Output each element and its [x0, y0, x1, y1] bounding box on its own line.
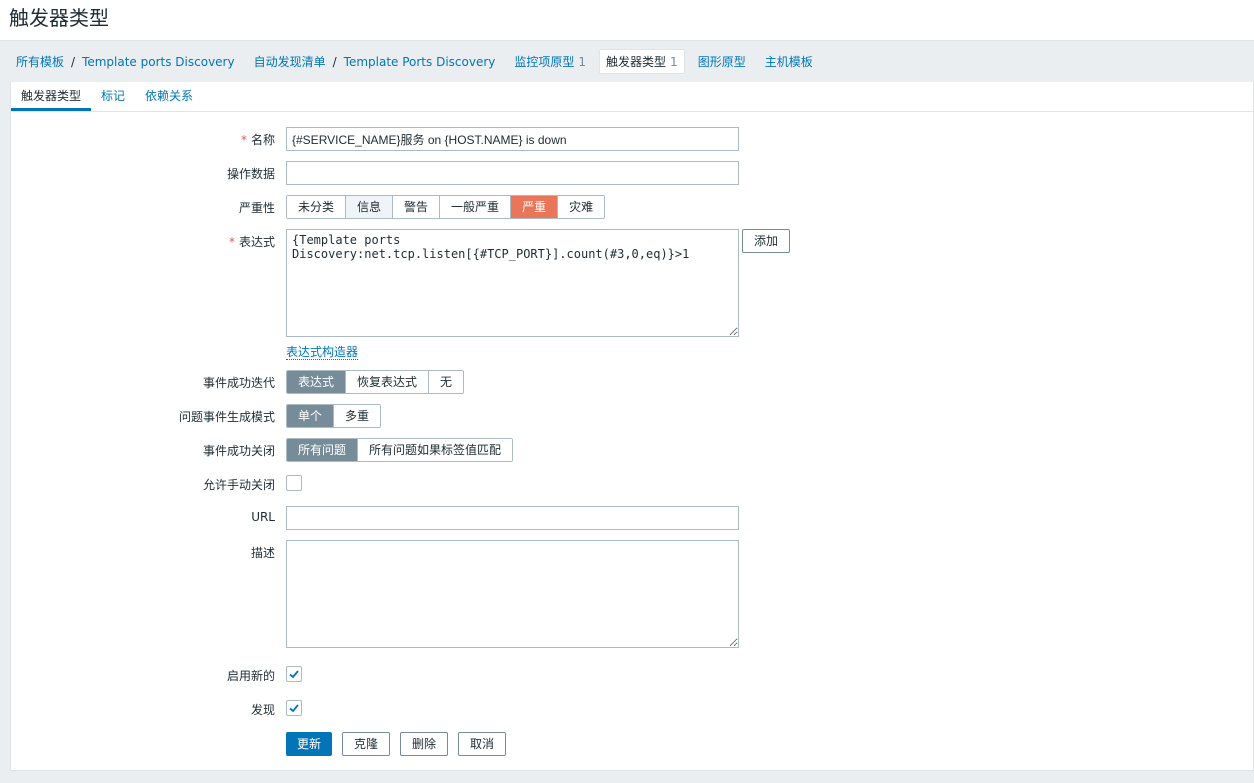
ok-event-closes-selector: 所有问题 所有问题如果标签值匹配: [286, 438, 514, 462]
tab-dependencies[interactable]: 依赖关系: [135, 82, 203, 111]
severity-warning[interactable]: 警告: [393, 196, 441, 218]
ok-event-none[interactable]: 无: [429, 371, 464, 393]
clone-button[interactable]: 克隆: [342, 732, 391, 756]
manual-close-label: 允许手动关闭: [202, 478, 275, 492]
description-textarea[interactable]: [286, 540, 739, 648]
required-marker: *: [228, 235, 235, 249]
checkmark-icon: [289, 670, 299, 679]
breadcrumb-trigger-prototypes[interactable]: 触发器类型 1: [599, 49, 685, 74]
breadcrumb-all-templates[interactable]: 所有模板: [16, 53, 64, 70]
breadcrumb-graph-prototypes[interactable]: 图形原型: [698, 53, 746, 70]
discover-label: 发现: [250, 703, 275, 717]
expression-label-text: 表达式: [238, 235, 275, 249]
breadcrumb: 所有模板 / Template ports Discovery 自动发现清单 /…: [0, 40, 1254, 82]
severity-disaster[interactable]: 灾难: [558, 196, 605, 218]
trigger-prototypes-count: 1: [670, 55, 678, 69]
item-prototypes-count: 1: [578, 55, 587, 69]
header: 触发器类型: [0, 0, 1254, 40]
ok-event-expression[interactable]: 表达式: [287, 371, 347, 393]
breadcrumb-discovery-rule[interactable]: Template Ports Discovery: [344, 55, 496, 69]
cancel-button[interactable]: 取消: [458, 732, 507, 756]
breadcrumb-separator: /: [71, 54, 76, 69]
breadcrumb-separator: /: [332, 54, 337, 69]
breadcrumb-item-prototypes[interactable]: 监控项原型 1: [514, 53, 586, 70]
discover-checkbox[interactable]: [286, 700, 302, 716]
create-enabled-checkbox[interactable]: [286, 666, 302, 682]
severity-selector: 未分类 信息 警告 一般严重 严重 灾难: [286, 195, 606, 219]
manual-close-checkbox[interactable]: [286, 475, 302, 491]
severity-average[interactable]: 一般严重: [440, 196, 512, 218]
problem-mode-single[interactable]: 单个: [287, 405, 335, 427]
url-input[interactable]: [286, 506, 739, 530]
breadcrumb-template[interactable]: Template ports Discovery: [82, 55, 235, 69]
problem-mode-label: 问题事件生成模式: [178, 410, 275, 424]
tab-bar: 触发器类型 标记 依赖关系: [11, 82, 1253, 112]
name-label-text: 名称: [250, 133, 275, 147]
problem-mode-selector: 单个 多重: [286, 404, 382, 428]
breadcrumb-trigger-prototypes-label: 触发器类型: [606, 55, 667, 69]
delete-button[interactable]: 删除: [400, 732, 449, 756]
expression-label: * 表达式: [229, 233, 275, 250]
operational-data-input[interactable]: [286, 161, 739, 185]
severity-label: 严重性: [238, 201, 275, 215]
expression-builder-link[interactable]: 表达式构造器: [286, 345, 359, 360]
add-expression-button[interactable]: 添加: [742, 229, 791, 253]
severity-not-classified[interactable]: 未分类: [287, 196, 347, 218]
expression-textarea[interactable]: {Template ports Discovery:net.tcp.listen…: [286, 229, 739, 337]
name-label: * 名称: [241, 131, 275, 148]
breadcrumb-discovery-list[interactable]: 自动发现清单: [254, 53, 326, 70]
ok-event-recovery-expression[interactable]: 恢复表达式: [346, 371, 430, 393]
name-input[interactable]: [286, 127, 739, 151]
page-title: 触发器类型: [9, 6, 109, 30]
severity-high[interactable]: 严重: [511, 196, 559, 218]
tab-tags[interactable]: 标记: [91, 82, 135, 111]
description-label: 描述: [250, 546, 275, 560]
form-container: 触发器类型 标记 依赖关系 *名称 操作数据 严重性 未分类 信息 警告 一般严…: [10, 82, 1254, 771]
ok-close-tag-match[interactable]: 所有问题如果标签值匹配: [358, 439, 513, 461]
url-label: URL: [251, 510, 275, 524]
ok-close-all-problems[interactable]: 所有问题: [287, 439, 359, 461]
update-button[interactable]: 更新: [286, 732, 333, 756]
problem-mode-multiple[interactable]: 多重: [334, 405, 381, 427]
tab-trigger-prototype[interactable]: 触发器类型: [11, 82, 92, 111]
breadcrumb-item-prototypes-label: 监控项原型: [514, 55, 575, 69]
breadcrumb-host-templates[interactable]: 主机模板: [765, 53, 813, 70]
ok-event-generation-selector: 表达式 恢复表达式 无: [286, 370, 465, 394]
severity-information[interactable]: 信息: [346, 196, 394, 218]
checkmark-icon: [289, 704, 299, 713]
ok-event-generation-label: 事件成功迭代: [202, 376, 275, 390]
operational-data-label: 操作数据: [226, 167, 275, 181]
create-enabled-label: 启用新的: [226, 669, 275, 683]
required-marker: *: [240, 133, 247, 147]
ok-event-closes-label: 事件成功关闭: [202, 444, 275, 458]
